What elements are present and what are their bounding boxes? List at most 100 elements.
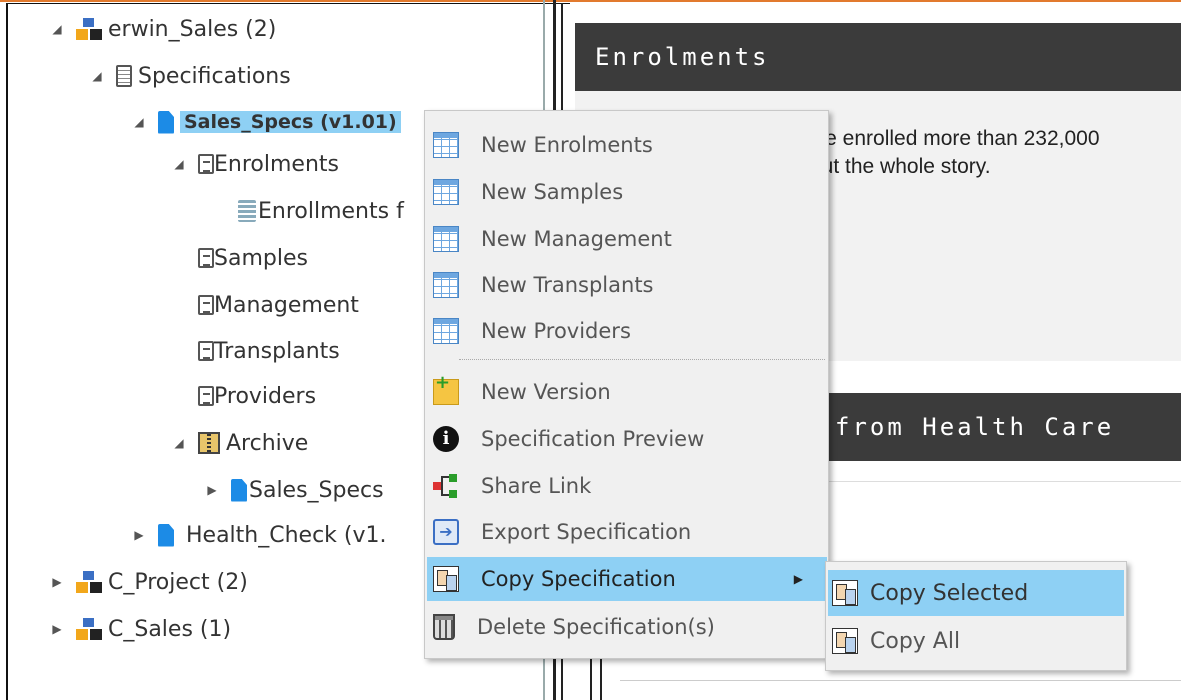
tree-node-transplants[interactable]: Transplants	[198, 331, 340, 371]
table-icon	[433, 226, 459, 252]
copy-icon	[433, 566, 459, 592]
menu-item-label: New Version	[481, 380, 611, 404]
document-icon	[198, 248, 214, 268]
menu-item-label: New Transplants	[481, 273, 654, 297]
menu-item-copy-specification[interactable]: Copy Specification ▶	[427, 557, 827, 601]
menu-item-label: New Samples	[481, 180, 624, 204]
tree-node-label: Enrolments	[214, 151, 339, 177]
collapsed-triangle-icon[interactable]: ▶	[203, 483, 221, 497]
tree-node-label: Specifications	[138, 63, 291, 89]
menu-item-label: New Providers	[481, 319, 631, 343]
specification-file-icon	[231, 478, 247, 502]
tree-node-label: C_Sales (1)	[108, 616, 232, 642]
collapsed-triangle-icon[interactable]: ▶	[48, 622, 66, 636]
tree-node-enrolments[interactable]: ◢ Enrolments	[170, 144, 339, 184]
tree-node-c-project[interactable]: ▶ C_Project (2)	[48, 562, 248, 602]
new-version-icon	[433, 372, 459, 405]
copy-icon	[832, 580, 858, 606]
specifications-icon	[116, 65, 132, 87]
menu-item-label: Delete Specification(s)	[477, 615, 715, 639]
info-icon: i	[433, 426, 459, 452]
section-header-enrolments: Enrolments	[575, 23, 1181, 91]
submenu-item-copy-all[interactable]: Copy All	[828, 618, 1124, 664]
collapsed-triangle-icon[interactable]: ▶	[130, 528, 148, 542]
menu-item-label: Copy Specification	[481, 567, 676, 591]
menu-item-new-providers[interactable]: New Providers	[427, 309, 827, 353]
specification-file-icon	[158, 523, 174, 547]
table-icon	[433, 132, 459, 158]
section-text-line: we enrolled more than 232,000	[810, 127, 1100, 150]
share-link-icon	[433, 473, 459, 499]
menu-item-label: Specification Preview	[481, 427, 705, 451]
tree-node-management[interactable]: Management	[198, 285, 359, 325]
tree-node-health-check[interactable]: ▶ Health_Check (v1.	[130, 515, 387, 555]
tree-node-label: Transplants	[214, 338, 340, 364]
menu-item-specification-preview[interactable]: i Specification Preview	[427, 417, 827, 461]
divider	[620, 680, 1181, 681]
document-icon	[198, 154, 214, 174]
specification-file-icon	[158, 110, 174, 134]
submenu-arrow-icon: ▶	[793, 572, 803, 586]
menu-item-share-link[interactable]: Share Link	[427, 464, 827, 508]
table-icon	[433, 318, 459, 344]
menu-item-new-samples[interactable]: New Samples	[427, 170, 827, 214]
expanded-triangle-icon[interactable]: ◢	[48, 22, 66, 36]
tree-node-label: erwin_Sales (2)	[108, 16, 277, 42]
tree-node-providers[interactable]: Providers	[198, 376, 316, 416]
section-text: we enrolled more than 232,000 out the wh…	[810, 125, 1100, 181]
menu-item-label: New Management	[481, 227, 672, 251]
table-icon	[433, 272, 459, 298]
menu-item-new-version[interactable]: New Version	[427, 370, 827, 414]
tree-node-samples[interactable]: Samples	[198, 238, 308, 278]
tree-node-specifications[interactable]: ◢ Specifications	[88, 56, 291, 96]
copy-submenu: Copy Selected Copy All	[825, 561, 1127, 671]
menu-item-new-enrolments[interactable]: New Enrolments	[427, 123, 827, 167]
tree-node-label: Management	[214, 292, 359, 318]
menu-item-label: New Enrolments	[481, 133, 653, 157]
expanded-triangle-icon[interactable]: ◢	[170, 157, 188, 171]
table-icon	[238, 200, 256, 222]
archive-icon	[198, 432, 220, 454]
document-icon	[198, 341, 214, 361]
menu-item-delete-specifications[interactable]: Delete Specification(s)	[427, 605, 827, 649]
expanded-triangle-icon[interactable]: ◢	[130, 115, 148, 129]
tree-node-sales-specs-archive[interactable]: ▶ Sales_Specs	[203, 470, 384, 510]
tree-node-label: C_Project (2)	[108, 569, 248, 595]
tree-node-label-selected: Sales_Specs (v1.01)	[180, 111, 401, 133]
menu-item-label: Export Specification	[481, 520, 692, 544]
top-accent-line	[0, 0, 1181, 2]
document-icon	[198, 295, 214, 315]
tree-node-enrollments-f[interactable]: Enrollments f	[238, 191, 404, 231]
trash-icon	[433, 614, 455, 640]
submenu-item-label: Copy All	[870, 628, 961, 654]
menu-item-label: Share Link	[481, 474, 592, 498]
expanded-triangle-icon[interactable]: ◢	[170, 436, 188, 450]
context-menu: New Enrolments New Samples New Managemen…	[424, 110, 829, 659]
tree-node-label: Health_Check (v1.	[186, 522, 387, 548]
submenu-item-copy-selected[interactable]: Copy Selected	[828, 570, 1124, 616]
collapsed-triangle-icon[interactable]: ▶	[48, 575, 66, 589]
menu-item-new-management[interactable]: New Management	[427, 217, 827, 261]
tree-node-label: Archive	[226, 430, 309, 456]
table-icon	[433, 179, 459, 205]
menu-separator	[459, 359, 825, 360]
tree-node-label: Enrollments f	[258, 198, 404, 224]
expanded-triangle-icon[interactable]: ◢	[88, 69, 106, 83]
menu-item-new-transplants[interactable]: New Transplants	[427, 263, 827, 307]
tree-node-label: Providers	[214, 383, 317, 409]
copy-icon	[832, 628, 858, 654]
tree-node-c-sales[interactable]: ▶ C_Sales (1)	[48, 609, 231, 649]
section-text-line: out the whole story.	[810, 155, 991, 178]
menu-item-export-specification[interactable]: ➔ Export Specification	[427, 510, 827, 554]
document-icon	[198, 386, 214, 406]
project-icon	[76, 18, 102, 40]
tree-node-sales-specs[interactable]: ◢ Sales_Specs (v1.01)	[130, 102, 401, 142]
tree-node-erwin-sales[interactable]: ◢ erwin_Sales (2)	[48, 9, 276, 49]
tree-node-label: Samples	[214, 245, 308, 271]
export-icon: ➔	[433, 519, 459, 545]
tree-node-archive[interactable]: ◢ Archive	[170, 423, 308, 463]
project-icon	[76, 571, 102, 593]
tree-node-label: Sales_Specs	[249, 477, 384, 503]
project-icon	[76, 618, 102, 640]
submenu-item-label: Copy Selected	[870, 580, 1029, 606]
